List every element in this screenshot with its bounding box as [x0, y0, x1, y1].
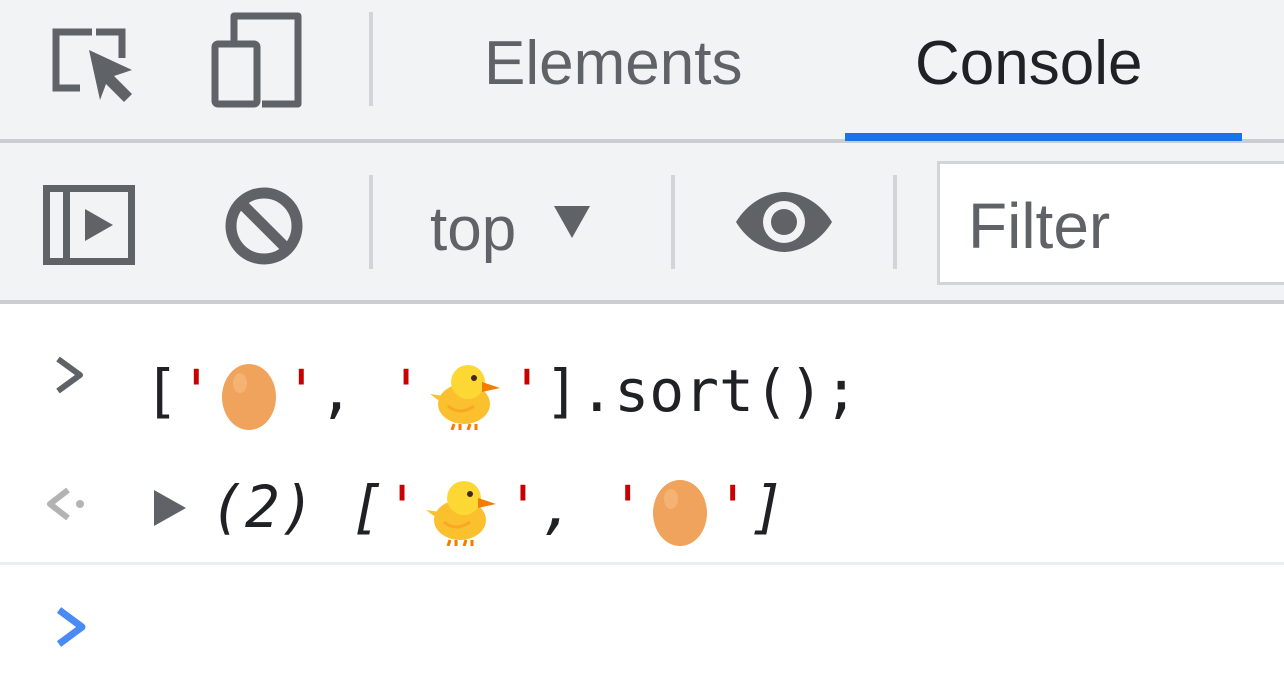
input-separator: ,	[318, 357, 389, 425]
show-sidebar-icon[interactable]	[43, 185, 135, 265]
string-quote: '	[505, 473, 541, 541]
string-quote: '	[283, 357, 319, 425]
string-quote: '	[384, 473, 420, 541]
message-separator	[0, 562, 1284, 565]
output-close-bracket: ]	[750, 473, 786, 541]
inspect-element-icon[interactable]	[52, 22, 142, 102]
output-separator: ,	[540, 473, 611, 541]
input-close-call: ].sort();	[544, 357, 859, 425]
context-label: top	[430, 195, 517, 264]
string-quote: '	[388, 357, 424, 425]
console-result-line[interactable]: (2) [' ', ' ']	[210, 472, 785, 547]
egg-icon	[220, 359, 278, 431]
output-open-bracket: [	[349, 473, 385, 541]
expand-triangle-icon[interactable]	[152, 488, 188, 528]
toolbar-separator-3	[893, 175, 897, 269]
clear-console-icon[interactable]	[223, 185, 305, 267]
filter-box	[937, 161, 1284, 285]
tab-bar-separator	[369, 12, 373, 106]
devtools-window: Elements Console top Filter [' ', ' '].s…	[0, 0, 1284, 688]
toolbar-separator-2	[671, 175, 675, 269]
filter-input[interactable]	[968, 186, 1284, 266]
prompt-chevron-icon[interactable]	[54, 606, 88, 648]
input-open-bracket: [	[144, 357, 179, 425]
tab-elements[interactable]: Elements	[484, 24, 742, 104]
egg-icon	[651, 475, 709, 547]
array-length: (2)	[210, 473, 315, 541]
console-input-line: [' ', ' '].sort();	[144, 356, 859, 431]
string-quote: '	[610, 473, 646, 541]
active-tab-indicator	[845, 133, 1242, 141]
dropdown-triangle-icon	[552, 204, 592, 245]
result-arrow-icon	[44, 484, 92, 524]
string-quote: '	[509, 357, 545, 425]
input-chevron-icon	[54, 355, 86, 395]
device-toolbar-icon[interactable]	[210, 10, 306, 110]
tab-console[interactable]: Console	[915, 24, 1142, 104]
chick-icon	[425, 476, 500, 546]
context-selector[interactable]: top	[430, 190, 592, 270]
live-expression-eye-icon[interactable]	[734, 190, 834, 254]
toolbar-separator-1	[369, 175, 373, 269]
string-quote: '	[178, 357, 214, 425]
string-quote: '	[715, 473, 751, 541]
chick-icon	[429, 360, 504, 430]
